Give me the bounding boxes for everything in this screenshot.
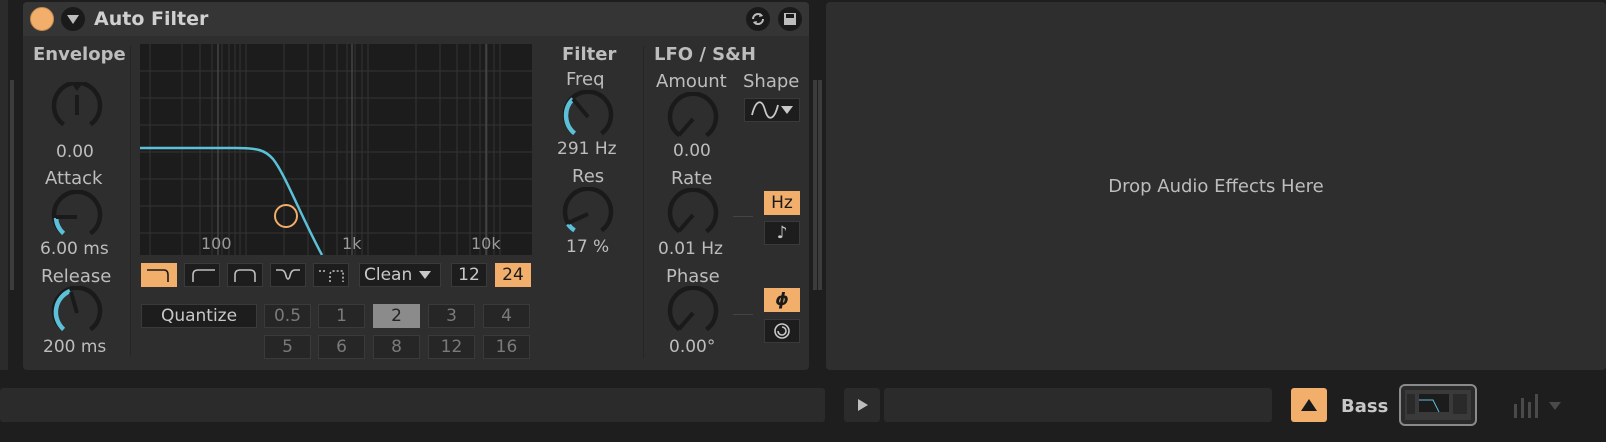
envelope-amount-value: 0.00 xyxy=(56,142,94,162)
lfo-shape-dropdown[interactable] xyxy=(744,98,800,122)
quantize-option[interactable]: 1 xyxy=(318,304,365,328)
drop-zone-text: Drop Audio Effects Here xyxy=(1108,175,1324,197)
quantize-option[interactable]: 16 xyxy=(483,335,530,359)
play-icon xyxy=(858,399,868,411)
quantize-option[interactable]: 4 xyxy=(483,304,530,328)
device-thumbnail[interactable] xyxy=(1399,384,1477,426)
lowpass-icon xyxy=(147,269,169,282)
freq-label-10k: 10k xyxy=(471,234,501,253)
quantize-option[interactable]: 3 xyxy=(428,304,475,328)
attack-knob[interactable] xyxy=(50,190,104,244)
phase-connector-line xyxy=(733,314,753,315)
cutoff-handle xyxy=(274,204,298,228)
filter-type-highpass-button[interactable] xyxy=(184,263,220,287)
filter-type-lowpass-button[interactable] xyxy=(141,263,177,287)
quantize-option[interactable]: 8 xyxy=(373,335,420,359)
lfo-rate-label: Rate xyxy=(671,168,713,189)
filter-freq-value: 291 Hz xyxy=(557,139,617,159)
level-meter-icon[interactable] xyxy=(1512,392,1542,420)
left-scroll-handle[interactable] xyxy=(10,80,14,290)
save-preset-button[interactable] xyxy=(778,7,802,31)
circuit-type-dropdown[interactable]: Clean xyxy=(359,263,441,287)
filter-type-notch-button[interactable] xyxy=(270,263,306,287)
device-scroll-handle-2[interactable] xyxy=(818,80,822,290)
filter-heading: Filter xyxy=(562,44,617,65)
filter-freq-knob[interactable] xyxy=(561,90,615,144)
quantize-option[interactable]: 0.5 xyxy=(264,304,311,328)
filter-type-morph-button[interactable] xyxy=(313,263,349,287)
lfo-spin-button[interactable] xyxy=(764,319,800,343)
lfo-amount-label: Amount xyxy=(656,71,727,92)
quantize-option[interactable]: 12 xyxy=(428,335,475,359)
left-edge-panel xyxy=(0,0,8,370)
lfo-rate-sync-button[interactable]: ♪ xyxy=(764,221,800,245)
lfo-phase-knob[interactable] xyxy=(666,286,720,340)
spin-icon xyxy=(774,323,790,339)
quantize-option[interactable]: 6 xyxy=(318,335,365,359)
meter-bars-icon xyxy=(1514,394,1538,418)
filter-curve-display xyxy=(140,44,532,256)
freq-label-1k: 1k xyxy=(342,234,362,253)
envelope-heading: Envelope xyxy=(33,44,126,65)
slope-12-button[interactable]: 12 xyxy=(451,263,487,287)
lfo-rate-value: 0.01 Hz xyxy=(658,239,723,259)
lfo-rate-knob[interactable] xyxy=(666,188,720,242)
filter-res-label: Res xyxy=(572,166,605,187)
lfo-phase-label: Phase xyxy=(666,266,720,287)
lfo-phase-value: 0.00° xyxy=(669,337,716,357)
device-title: Auto Filter xyxy=(94,8,209,30)
lfo-shape-label: Shape xyxy=(743,71,800,92)
track-name: Bass xyxy=(1341,396,1389,417)
quantize-option[interactable]: 5 xyxy=(264,335,311,359)
release-label: Release xyxy=(41,266,112,287)
freq-label-100: 100 xyxy=(201,234,232,253)
filter-type-bandpass-button[interactable] xyxy=(227,263,263,287)
lfo-amount-value: 0.00 xyxy=(673,141,711,161)
section-divider xyxy=(130,46,131,356)
lfo-phase-mode-button[interactable]: ϕ xyxy=(764,288,800,312)
envelope-amount-knob[interactable] xyxy=(50,82,104,148)
attack-value: 6.00 ms xyxy=(40,239,109,259)
hot-swap-button[interactable] xyxy=(746,7,770,31)
sine-wave-icon xyxy=(751,101,779,119)
meter-dropdown-button[interactable] xyxy=(1548,396,1562,414)
device-thumbnail-icon xyxy=(1405,390,1471,420)
chevron-down-icon xyxy=(781,106,793,114)
lfo-heading: LFO / S&H xyxy=(654,44,756,65)
filter-res-knob[interactable] xyxy=(561,187,615,241)
rate-connector-line xyxy=(733,216,753,217)
hot-swap-icon xyxy=(752,13,764,25)
lfo-rate-hz-button[interactable]: Hz xyxy=(764,191,800,215)
attack-label: Attack xyxy=(45,168,103,189)
filter-response-graph[interactable]: 100 1k 10k xyxy=(140,44,532,256)
notch-icon xyxy=(276,269,300,280)
chevron-down-icon xyxy=(419,271,432,279)
highpass-icon xyxy=(192,269,215,282)
chevron-down-icon xyxy=(67,15,79,24)
bottom-center-field xyxy=(884,388,1272,422)
fold-device-button[interactable] xyxy=(61,7,85,31)
section-divider xyxy=(643,46,644,358)
morph-icon xyxy=(319,270,344,282)
release-value: 200 ms xyxy=(43,337,107,357)
device-scroll-handle[interactable] xyxy=(813,80,817,290)
circuit-type-value: Clean xyxy=(364,265,413,285)
release-knob[interactable] xyxy=(50,286,104,340)
quantize-option-selected[interactable]: 2 xyxy=(373,304,420,328)
slope-24-button[interactable]: 24 xyxy=(495,263,531,287)
filter-res-value: 17 % xyxy=(566,237,610,257)
device-activator-button[interactable] xyxy=(30,7,54,31)
triangle-up-icon xyxy=(1301,399,1317,411)
track-expand-button[interactable] xyxy=(1291,388,1327,422)
chevron-down-icon xyxy=(1549,402,1561,410)
bandpass-icon xyxy=(234,269,256,282)
save-icon xyxy=(784,13,796,25)
lfo-amount-knob[interactable] xyxy=(666,92,720,146)
drop-zone[interactable]: Drop Audio Effects Here xyxy=(826,2,1606,370)
quantize-toggle-button[interactable]: Quantize xyxy=(141,304,257,328)
filter-freq-label: Freq xyxy=(566,69,605,90)
bottom-left-field xyxy=(0,388,825,422)
clip-play-button[interactable] xyxy=(844,388,880,422)
